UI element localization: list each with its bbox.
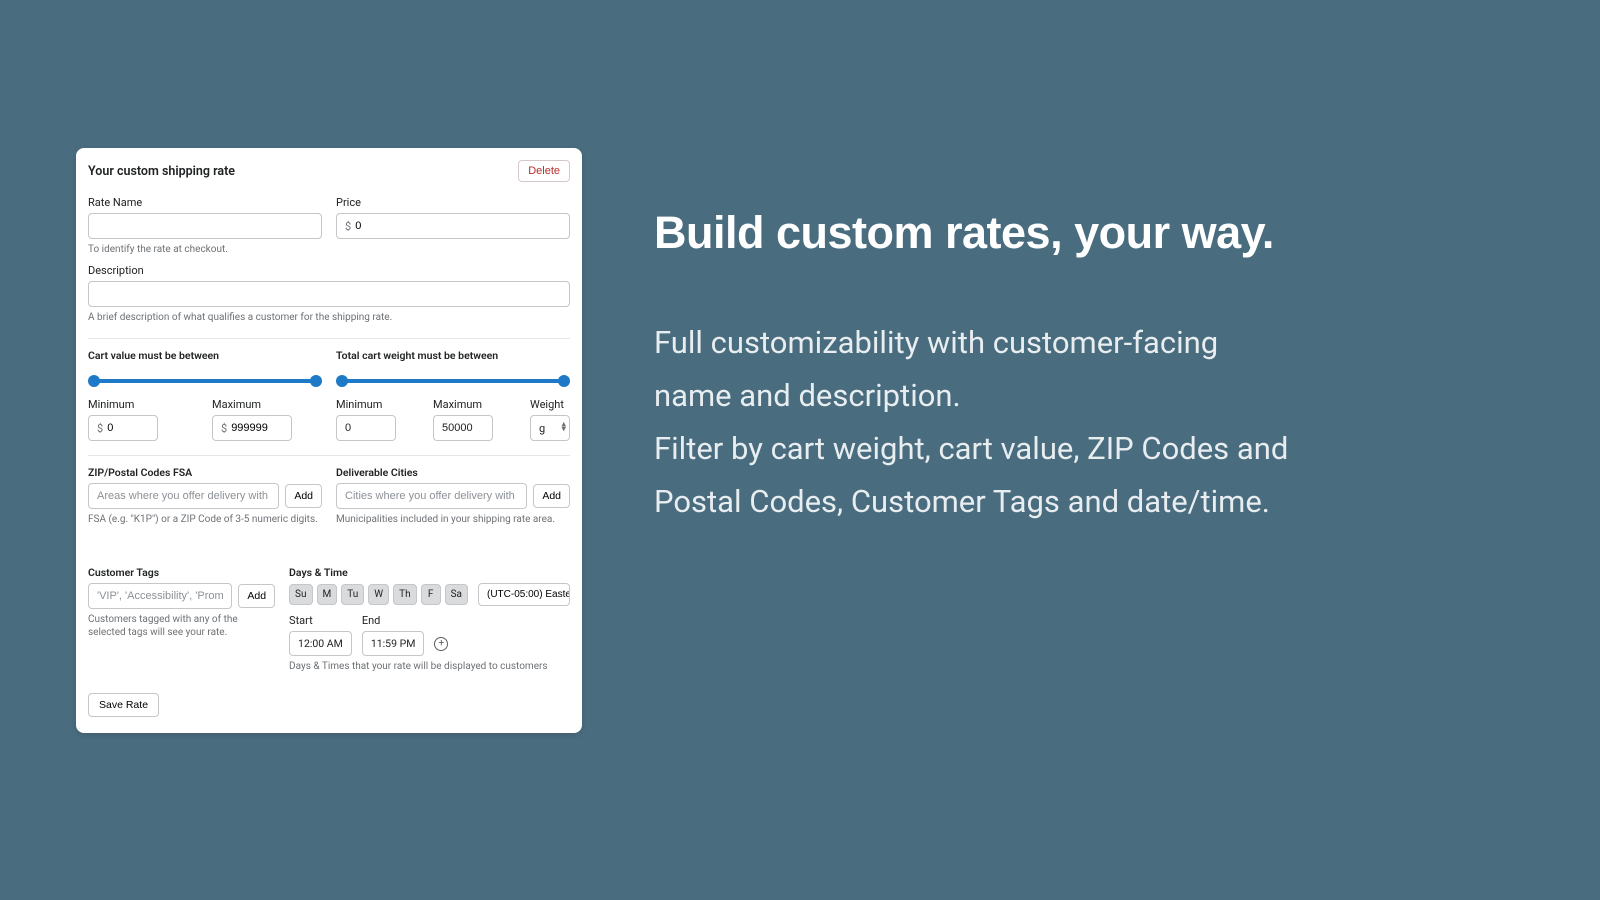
day-chip-f[interactable]: F [421,584,441,605]
add-time-range-icon[interactable]: + [434,637,448,651]
cities-label: Deliverable Cities [336,466,570,479]
zip-add-button[interactable]: Add [285,484,322,508]
cart-weight-max-label: Maximum [433,398,516,411]
start-time-input[interactable]: 12:00 AM [289,631,352,656]
cart-weight-thumb-min[interactable] [336,375,348,387]
cart-weight-min-label: Minimum [336,398,419,411]
cart-weight-max-input[interactable] [433,415,493,441]
tags-label: Customer Tags [88,566,275,579]
cart-value-max-label: Maximum [212,398,322,411]
description-input[interactable] [88,281,570,307]
cities-input[interactable] [336,483,527,509]
rate-name-help: To identify the rate at checkout. [88,243,570,256]
tags-help: Customers tagged with any of the selecte… [88,613,275,639]
shipping-rate-card: Your custom shipping rate Delete Rate Na… [76,148,582,733]
cart-value-slider[interactable] [90,374,320,388]
zip-input[interactable] [88,483,279,509]
day-chip-tu[interactable]: Tu [341,584,364,605]
cart-weight-unit-label: Weight [530,398,570,411]
day-chip-th[interactable]: Th [393,584,416,605]
schedule-help: Days & Times that your rate will be disp… [289,660,570,673]
price-input[interactable]: $ [336,213,570,239]
cart-weight-min-input[interactable] [336,415,396,441]
marketing-body: Full customizability with customer-facin… [654,316,1294,529]
cart-weight-label: Total cart weight must be between [336,349,570,362]
rate-name-label: Rate Name [88,196,322,209]
start-label: Start [289,614,352,627]
cart-value-thumb-min[interactable] [88,375,100,387]
end-label: End [362,614,425,627]
tags-input[interactable] [88,583,232,609]
cart-value-thumb-max[interactable] [310,375,322,387]
marketing-headline: Build custom rates, your way. [654,208,1294,258]
currency-prefix: $ [345,220,351,233]
rate-name-input[interactable] [88,213,322,239]
day-chip-su[interactable]: Su [289,584,312,605]
price-value-input[interactable] [355,220,561,232]
delete-button[interactable]: Delete [518,160,570,182]
day-chip-w[interactable]: W [368,584,389,605]
save-rate-button[interactable]: Save Rate [88,693,159,717]
cities-help: Municipalities included in your shipping… [336,513,570,526]
cart-value-min-input[interactable]: $ [88,415,158,441]
zip-help: FSA (e.g. "K1P") or a ZIP Code of 3-5 nu… [88,513,322,526]
cities-add-button[interactable]: Add [533,484,570,508]
description-help: A brief description of what qualifies a … [88,311,570,324]
cart-weight-slider[interactable] [338,374,568,388]
tags-add-button[interactable]: Add [238,584,275,608]
day-chip-sa[interactable]: Sa [445,584,468,605]
cart-value-min-label: Minimum [88,398,198,411]
cart-weight-thumb-max[interactable] [558,375,570,387]
cart-value-max-input[interactable]: $ [212,415,292,441]
card-title: Your custom shipping rate [88,164,235,179]
description-label: Description [88,264,570,277]
day-chip-m[interactable]: M [317,584,338,605]
zip-label: ZIP/Postal Codes FSA [88,466,322,479]
end-time-input[interactable]: 11:59 PM [362,631,425,656]
cart-value-label: Cart value must be between [88,349,322,362]
timezone-button[interactable]: (UTC-05:00) Eastern T [478,583,570,606]
schedule-label: Days & Time [289,566,570,579]
price-label: Price [336,196,570,209]
weight-unit-select[interactable]: g ▴▾ [530,415,570,441]
